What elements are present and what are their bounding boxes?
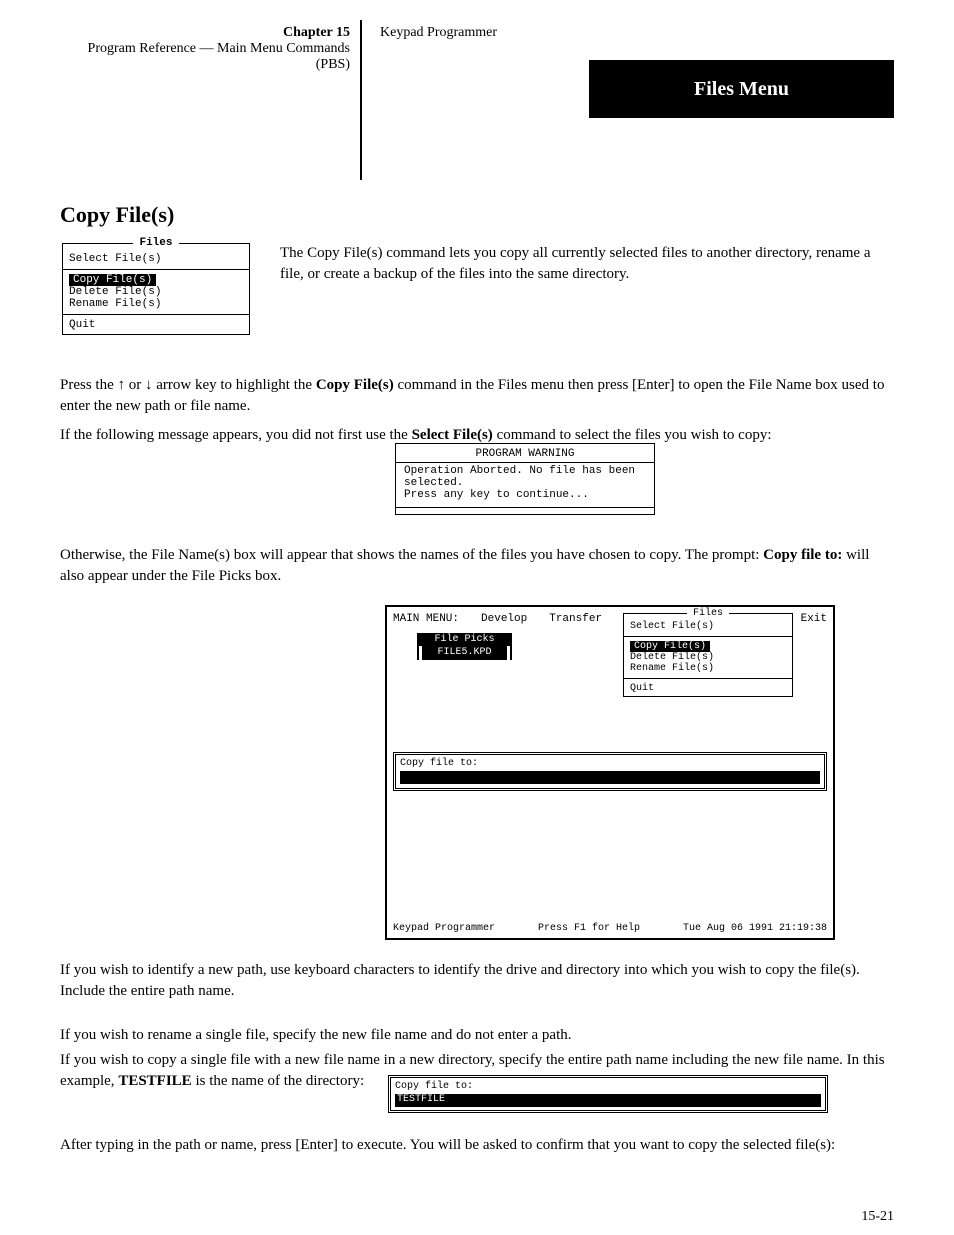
status-right: Tue Aug 06 1991 21:19:38: [683, 923, 827, 934]
status-left: Keypad Programmer: [393, 923, 495, 934]
statusbar: Keypad Programmer Press F1 for Help Tue …: [393, 923, 827, 934]
chapter-title: Keypad Programmer: [380, 25, 894, 41]
menu-main: MAIN MENU:: [393, 613, 459, 625]
header-right: Keypad Programmer Files Menu: [380, 25, 894, 41]
para-4: If you wish to identify a new path, use …: [60, 960, 894, 1002]
menu-develop[interactable]: Develop: [481, 613, 527, 625]
para-3: Otherwise, the File Name(s) box will app…: [60, 545, 894, 587]
down-arrow-icon: ↓: [145, 377, 153, 393]
para-1: Press the ↑ or ↓ arrow key to highlight …: [60, 375, 894, 417]
copy-wide-input[interactable]: TESTFILE: [395, 1094, 821, 1107]
header-divider: [360, 20, 362, 180]
inner-select[interactable]: Select File(s): [630, 621, 786, 632]
menu-transfer[interactable]: Transfer: [549, 613, 602, 625]
files-menu: Files Select File(s) Copy File(s) Delete…: [62, 243, 250, 335]
files-menu-inner: Files Select File(s) Copy File(s) Delete…: [623, 613, 793, 697]
warning-line1: Operation Aborted. No file has been sele…: [404, 465, 646, 489]
para-5: If you wish to rename a single file, spe…: [60, 1025, 894, 1046]
inner-rename[interactable]: Rename File(s): [630, 663, 786, 674]
warning-title: PROGRAM WARNING: [404, 448, 646, 460]
up-arrow-icon: ↑: [118, 377, 126, 393]
section-block: Copy File(s): [60, 200, 894, 231]
page-header: Chapter 15 Program Reference — Main Menu…: [60, 20, 894, 180]
menu-item-delete[interactable]: Delete File(s): [69, 286, 243, 298]
copy-file-box-wide: Copy file to: TESTFILE: [388, 1075, 828, 1113]
chapter-subtitle: Program Reference — Main Menu Commands (…: [60, 41, 350, 73]
inner-quit[interactable]: Quit: [630, 683, 786, 694]
band-title: Files Menu: [694, 78, 789, 101]
menu-item-select[interactable]: Select File(s): [69, 253, 243, 265]
files-menu-inner-title: Files: [687, 608, 729, 619]
para-7: After typing in the path or name, press …: [60, 1135, 894, 1156]
status-mid: Press F1 for Help: [538, 923, 640, 934]
section-band: Files Menu: [589, 60, 894, 118]
menu-item-quit[interactable]: Quit: [69, 319, 243, 331]
main-screen: MAIN MENU:DevelopTransferR Exit File Pic…: [385, 605, 835, 940]
file-picks-title: File Picks: [419, 633, 510, 646]
page-number: 15-21: [861, 1209, 894, 1225]
intro-paragraph: The Copy File(s) command lets you copy a…: [280, 243, 894, 285]
copy-file-label: Copy file to:: [400, 758, 820, 769]
program-warning: PROGRAM WARNING Operation Aborted. No fi…: [395, 443, 655, 515]
chapter-label: Chapter 15: [283, 25, 350, 40]
header-left: Chapter 15 Program Reference — Main Menu…: [60, 25, 350, 73]
menu-exit[interactable]: Exit: [801, 613, 827, 625]
menu-item-rename[interactable]: Rename File(s): [69, 298, 243, 310]
copy-file-box: Copy file to:: [393, 752, 827, 791]
copy-file-input[interactable]: [400, 771, 820, 784]
file-picks-file: FILE5.KPD: [423, 647, 506, 658]
inner-delete[interactable]: Delete File(s): [630, 652, 786, 663]
copy-wide-label: Copy file to:: [395, 1081, 821, 1092]
warning-line2: Press any key to continue...: [404, 489, 646, 501]
files-menu-title: Files: [133, 237, 178, 249]
file-picks: File Picks FILE5.KPD: [417, 633, 512, 660]
menu-item-copy[interactable]: Copy File(s): [69, 274, 156, 286]
section-title: Copy File(s): [60, 200, 894, 231]
inner-copy[interactable]: Copy File(s): [630, 641, 710, 652]
